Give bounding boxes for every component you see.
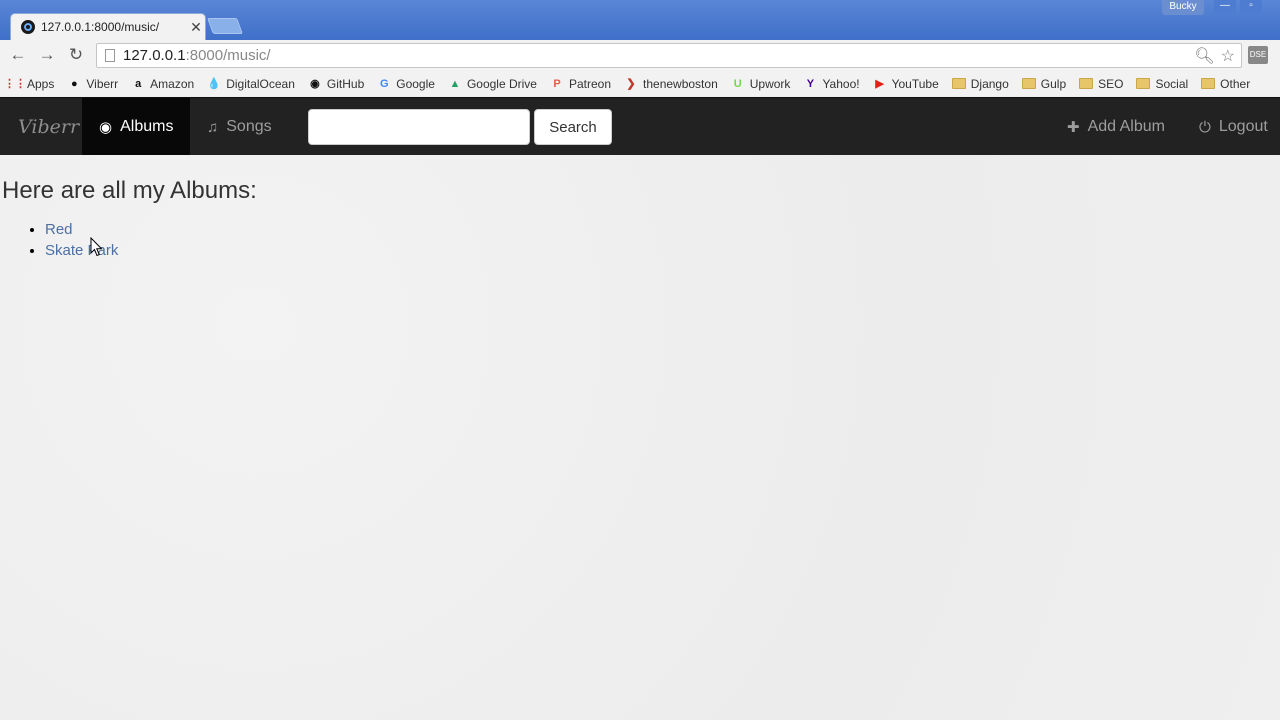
plus-icon: ✚ (1067, 119, 1080, 136)
browser-tab[interactable]: 127.0.0.1:8000/music/ ✕ (10, 13, 206, 40)
cd-icon: ◉ (99, 119, 113, 136)
logout-button[interactable]: ⏻ Logout (1182, 98, 1280, 156)
bookmark-label: Patreon (568, 76, 612, 91)
folder-icon (1021, 78, 1036, 89)
brand-logo[interactable]: Viberr (18, 98, 79, 156)
reload-icon[interactable]: ↻ (64, 44, 88, 66)
forward-arrow-icon[interactable]: → (35, 44, 59, 66)
maximize-icon[interactable]: ▫ (1240, 0, 1262, 14)
album-link-skate-park[interactable]: Skate Park (45, 242, 118, 259)
yahoo-icon: Y (806, 77, 815, 90)
bookmark-amazon[interactable]: a Amazon (131, 77, 194, 91)
bookmark-label: YouTube (891, 76, 939, 91)
bookmark-github[interactable]: ◉ GitHub (308, 77, 364, 91)
bookmark-patreon[interactable]: P Patreon (550, 77, 611, 91)
address-bar[interactable]: 127.0.0.1:8000/music/ 🔍︎ ☆ (96, 43, 1242, 68)
amazon-icon: a (135, 77, 142, 90)
bookmark-google-drive[interactable]: ▲ Google Drive (448, 77, 537, 91)
bookmark-label: Gulp (1040, 76, 1067, 91)
folder-icon (1079, 78, 1094, 89)
album-list: Red Skate Park (45, 219, 118, 261)
bookmark-gulp[interactable]: Gulp (1021, 76, 1067, 91)
bookmark-upwork[interactable]: U Upwork (731, 77, 791, 91)
github-icon: ◉ (310, 78, 320, 90)
url-host: 127.0.0.1 (123, 47, 186, 64)
main-content: Here are all my Albums: Red Skate Park (0, 155, 1280, 720)
bookmark-label: Viberr (86, 76, 119, 91)
bookmark-apps[interactable]: ⋮⋮ Apps (4, 76, 55, 91)
bookmark-label: Amazon (150, 76, 195, 91)
bookmark-viberr[interactable]: ● Viberr (67, 77, 118, 91)
folder-icon (951, 78, 966, 89)
bookmark-label: Django (970, 76, 1009, 91)
close-tab-icon[interactable]: ✕ (187, 19, 205, 36)
bookmark-label: Apps (27, 76, 55, 91)
bookmark-label: thenewboston (643, 76, 718, 91)
google-drive-icon: ▲ (449, 77, 461, 90)
folder-icon (1201, 78, 1216, 89)
bookmarks-bar: ⋮⋮ Apps ● Viberr a Amazon 💧 DigitalOcean ◉ GitHub… (0, 71, 1280, 96)
bookmark-digitalocean[interactable]: 💧 DigitalOcean (207, 77, 295, 91)
music-note-icon: ♫ (207, 118, 219, 136)
browser-titlebar: 127.0.0.1:8000/music/ ✕ Bucky — ▫ (0, 0, 1280, 40)
bookmark-label: Upwork (749, 76, 791, 91)
thenewboston-icon: ❯ (626, 78, 636, 90)
apps-grid-icon: ⋮⋮ (4, 78, 26, 90)
profile-button[interactable]: Bucky (1162, 0, 1204, 15)
add-album-label: Add Album (1087, 118, 1165, 135)
extension-icon[interactable]: DSE (1248, 46, 1268, 64)
page-icon (105, 49, 115, 62)
bookmark-label: GitHub (326, 76, 365, 91)
youtube-icon: ▶ (875, 78, 884, 90)
logout-label: Logout (1218, 118, 1268, 135)
bookmark-label: Yahoo! (822, 76, 860, 91)
viberr-favicon-icon (21, 20, 35, 34)
bookmark-label: Social (1155, 76, 1189, 91)
viberr-icon: ● (71, 77, 78, 90)
nav-songs-label: Songs (226, 118, 272, 135)
back-arrow-icon[interactable]: ← (6, 44, 30, 66)
nav-albums[interactable]: ◉ Albums (82, 98, 191, 156)
upwork-icon: U (733, 77, 742, 90)
bookmark-yahoo[interactable]: Y Yahoo! (803, 76, 860, 91)
power-icon: ⏻ (1199, 118, 1211, 136)
bookmark-django[interactable]: Django (951, 76, 1009, 91)
bookmark-youtube[interactable]: ▶ YouTube (873, 76, 939, 91)
digitalocean-icon: 💧 (207, 78, 222, 90)
bookmark-label: Other (1220, 76, 1251, 91)
list-item: Red (45, 219, 118, 240)
bookmark-social[interactable]: Social (1136, 77, 1188, 91)
zoom-icon[interactable]: 🔍︎ (1194, 46, 1214, 66)
album-link-red[interactable]: Red (45, 221, 73, 238)
tab-title: 127.0.0.1:8000/music/ (41, 20, 160, 34)
bookmark-label: DigitalOcean (226, 76, 295, 91)
bookmark-label: Google Drive (466, 76, 537, 91)
add-album-button[interactable]: ✚ Add Album (1050, 98, 1182, 156)
bookmark-label: SEO (1098, 76, 1124, 91)
nav-albums-label: Albums (120, 118, 174, 135)
bookmark-star-icon[interactable]: ☆ (1221, 46, 1235, 66)
patreon-icon: P (553, 77, 561, 90)
bookmark-thenewboston[interactable]: ❯ thenewboston (624, 76, 718, 91)
new-tab-button[interactable] (207, 18, 243, 34)
bookmark-google[interactable]: G Google (377, 77, 435, 91)
mouse-cursor-icon (90, 237, 103, 257)
search-button[interactable]: Search (534, 109, 612, 145)
app-navbar: Viberr ◉ Albums ♫ Songs Search ✚ Add Alb… (0, 97, 1280, 156)
url-path: :8000/music/ (185, 47, 271, 64)
nav-songs[interactable]: ♫ Songs (190, 98, 289, 156)
google-icon: G (379, 77, 389, 90)
bookmark-label: Google (396, 76, 435, 91)
minimize-icon[interactable]: — (1214, 0, 1236, 14)
page-title: Here are all my Albums: (2, 177, 257, 204)
list-item: Skate Park (45, 240, 118, 261)
bookmark-other[interactable]: Other (1201, 77, 1250, 91)
folder-icon (1136, 78, 1151, 89)
bookmark-seo[interactable]: SEO (1079, 77, 1123, 91)
search-input[interactable] (308, 109, 530, 145)
